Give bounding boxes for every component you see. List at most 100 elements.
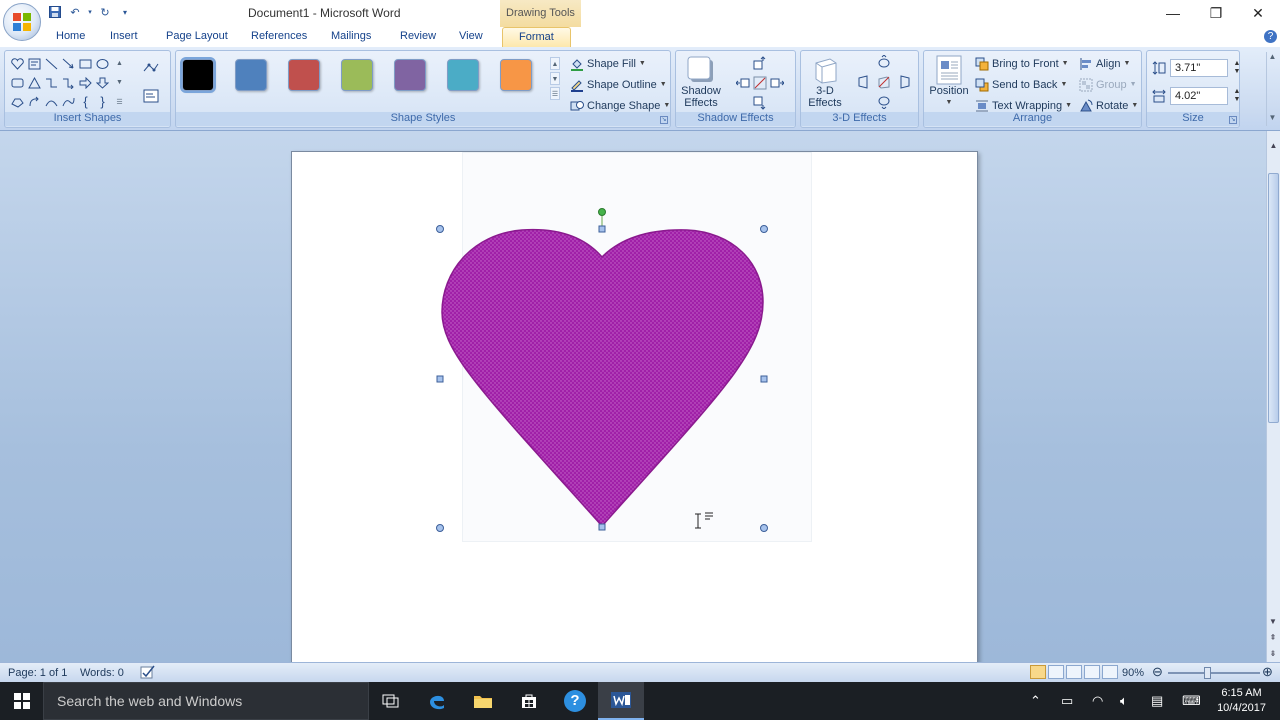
start-button[interactable] xyxy=(0,682,43,720)
rectangle-shape-icon[interactable] xyxy=(77,55,94,72)
shape-width-input[interactable] xyxy=(1170,87,1228,105)
shape-height-input[interactable] xyxy=(1170,59,1228,77)
scroll-up-arrow-icon[interactable]: ▲ xyxy=(1267,141,1280,150)
heart-shape[interactable] xyxy=(441,228,764,528)
left-brace-shape-icon[interactable]: { xyxy=(77,93,94,110)
tilt-up-icon[interactable] xyxy=(877,54,891,72)
file-explorer-icon[interactable] xyxy=(460,682,506,720)
tab-format[interactable]: Format xyxy=(502,27,571,48)
show-hidden-icons[interactable]: ⌃ xyxy=(1030,693,1041,709)
tab-review[interactable]: Review xyxy=(400,30,436,42)
save-icon[interactable] xyxy=(46,4,64,20)
shape-styles-launcher-icon[interactable]: ↘ xyxy=(660,116,668,124)
change-shape-button[interactable]: Change Shape ▼ xyxy=(569,98,670,113)
resize-handle-bottom-left[interactable] xyxy=(436,524,444,532)
width-spinner[interactable]: ▲ ▼ xyxy=(1232,88,1242,104)
taskbar-search-box[interactable]: Search the web and Windows xyxy=(43,682,369,720)
nudge-shadow-left-icon[interactable] xyxy=(735,76,750,93)
next-page-icon[interactable]: ⇟ xyxy=(1267,649,1279,658)
zoom-out-icon[interactable]: ⊖ xyxy=(1152,664,1163,680)
elbow-connector-icon[interactable] xyxy=(43,74,60,91)
scroll-down-icon[interactable]: ▼ xyxy=(111,74,128,91)
text-wrapping-button[interactable]: Text Wrapping ▼ xyxy=(974,98,1072,113)
down-arrow-shape-icon[interactable] xyxy=(94,74,111,91)
size-launcher-icon[interactable]: ↘ xyxy=(1229,116,1237,124)
oval-shape-icon[interactable] xyxy=(94,55,111,72)
elbow-arrow-connector-icon[interactable] xyxy=(60,74,77,91)
triangle-shape-icon[interactable] xyxy=(26,74,43,91)
office-button[interactable] xyxy=(3,3,41,41)
align-button[interactable]: Align ▼ xyxy=(1078,56,1130,71)
nudge-shadow-right-icon[interactable] xyxy=(770,76,785,93)
resize-handle-bottom-right[interactable] xyxy=(760,524,768,532)
more-shapes-icon[interactable]: ☰ xyxy=(111,93,128,110)
volume-icon[interactable]: 🔈︎ xyxy=(1120,693,1128,709)
tilt-left-icon[interactable] xyxy=(856,75,870,92)
arrow-line-shape-icon[interactable] xyxy=(60,55,77,72)
undo-icon[interactable]: ↶ xyxy=(66,4,84,20)
scroll-up-icon[interactable]: ▲ xyxy=(111,55,128,72)
style-swatch-purple[interactable] xyxy=(394,59,426,91)
tilt-right-icon[interactable] xyxy=(898,75,912,92)
gallery-down-icon[interactable]: ▼ xyxy=(550,72,560,85)
tab-view[interactable]: View xyxy=(459,30,483,42)
help-icon[interactable]: ? xyxy=(1264,30,1277,43)
resize-handle-right[interactable] xyxy=(760,375,768,383)
height-spinner[interactable]: ▲ ▼ xyxy=(1232,60,1242,76)
three-d-on-off-icon[interactable] xyxy=(877,75,891,92)
document-page[interactable] xyxy=(291,151,978,662)
style-swatch-green[interactable] xyxy=(341,59,373,91)
rounded-rect-shape-icon[interactable] xyxy=(9,74,26,91)
zoom-level[interactable]: 90% xyxy=(1122,667,1144,679)
resize-handle-top-left[interactable] xyxy=(436,225,444,233)
gallery-up-icon[interactable]: ▲ xyxy=(550,57,560,70)
restore-button[interactable]: ❐ xyxy=(1194,0,1238,26)
edit-shape-button[interactable] xyxy=(143,61,159,75)
tab-home[interactable]: Home xyxy=(56,30,85,42)
edge-browser-icon[interactable] xyxy=(414,682,460,720)
freeform-shape-icon[interactable] xyxy=(9,93,26,110)
keyboard-icon[interactable]: ⌨ xyxy=(1182,693,1201,709)
page-count[interactable]: Page: 1 of 1 xyxy=(8,667,67,679)
shadow-on-off-icon[interactable] xyxy=(753,76,767,93)
style-swatch-black[interactable] xyxy=(180,57,216,93)
word-count[interactable]: Words: 0 xyxy=(80,667,124,679)
previous-page-icon[interactable]: ⇞ xyxy=(1267,633,1279,642)
gallery-more-icon[interactable]: ☰ xyxy=(550,87,560,100)
vertical-scrollbar[interactable]: ▲ ▼ ⇞ ⇟ xyxy=(1266,131,1280,662)
scrollbar-thumb[interactable] xyxy=(1268,173,1279,423)
system-clock[interactable]: 6:15 AM 10/4/2017 xyxy=(1217,686,1266,716)
right-arrow-shape-icon[interactable] xyxy=(77,74,94,91)
style-swatch-aqua[interactable] xyxy=(447,59,479,91)
tab-mailings[interactable]: Mailings xyxy=(331,30,371,42)
resize-handle-bottom[interactable] xyxy=(598,523,606,531)
print-layout-view-icon[interactable] xyxy=(1030,665,1046,679)
outline-view-icon[interactable] xyxy=(1084,665,1100,679)
curve-arrow-icon[interactable] xyxy=(26,93,43,110)
full-screen-reading-icon[interactable] xyxy=(1048,665,1064,679)
resize-handle-top-right[interactable] xyxy=(760,225,768,233)
tab-references[interactable]: References xyxy=(251,30,307,42)
position-button[interactable]: Position ▼ xyxy=(928,55,970,109)
bring-to-front-button[interactable]: Bring to Front ▼ xyxy=(974,56,1069,71)
nudge-shadow-up-icon[interactable] xyxy=(753,56,767,73)
battery-icon[interactable]: ▭ xyxy=(1061,693,1073,709)
arc-shape-icon[interactable] xyxy=(60,93,77,110)
heart-shape-icon[interactable] xyxy=(9,55,26,72)
zoom-slider[interactable] xyxy=(1168,672,1260,674)
style-swatch-blue[interactable] xyxy=(235,59,267,91)
action-center-icon[interactable]: ▤ xyxy=(1151,693,1163,709)
shape-fill-button[interactable]: Shape Fill ▼ xyxy=(569,56,646,71)
tab-page-layout[interactable]: Page Layout xyxy=(166,30,228,42)
scroll-down-arrow-icon[interactable]: ▼ xyxy=(1267,617,1279,626)
close-button[interactable]: ✕ xyxy=(1236,0,1280,26)
line-shape-icon[interactable] xyxy=(43,55,60,72)
group-button[interactable]: Group ▼ xyxy=(1078,77,1137,92)
ribbon-scroll-up-icon[interactable]: ▲ xyxy=(1267,52,1278,61)
minimize-button[interactable]: — xyxy=(1151,0,1195,26)
tab-insert[interactable]: Insert xyxy=(110,30,138,42)
redo-icon[interactable]: ↻ xyxy=(96,4,114,20)
web-layout-icon[interactable] xyxy=(1066,665,1082,679)
customize-qat-icon[interactable]: ▾ xyxy=(116,4,134,20)
resize-handle-left[interactable] xyxy=(436,375,444,383)
